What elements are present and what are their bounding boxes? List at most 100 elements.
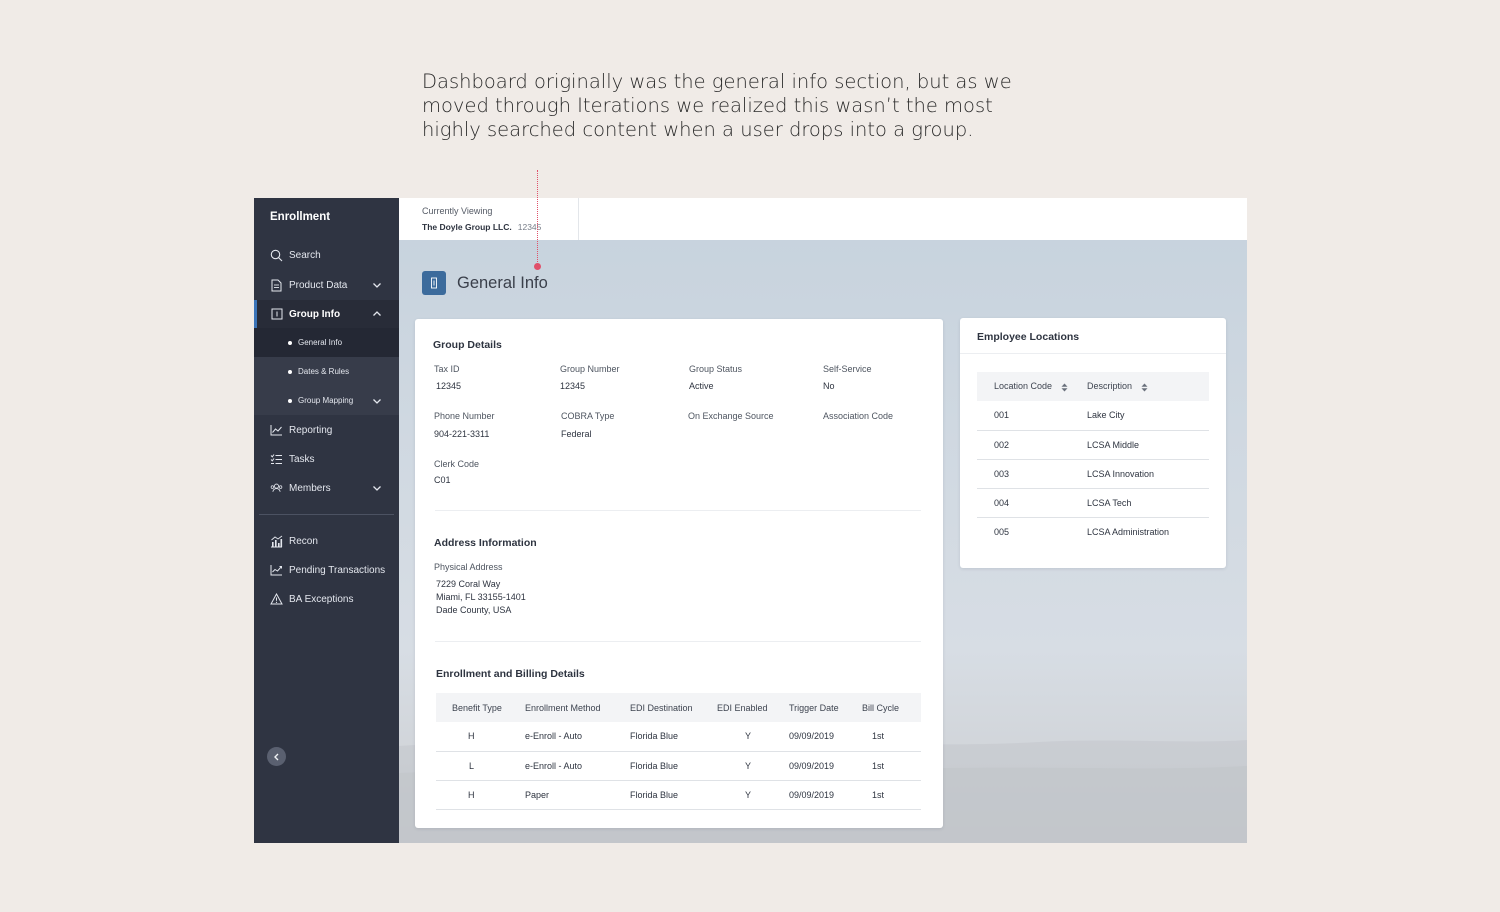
address-title: Address Information: [434, 537, 537, 549]
card-header: Employee Locations: [960, 318, 1226, 354]
employee-locations-title: Employee Locations: [977, 331, 1080, 343]
table-row[interactable]: 001 Lake City: [977, 401, 1209, 431]
table-cell: Florida Blue: [630, 751, 717, 781]
billing-table: Benefit Type Enrollment Method EDI Desti…: [436, 693, 921, 810]
bullet-icon: [288, 398, 292, 403]
chevron-down-icon: [371, 482, 383, 494]
field-label: Self-Service: [823, 364, 872, 374]
info-icon: [422, 271, 446, 295]
table-cell: L: [436, 751, 525, 781]
annotation-line: moved through Iterations we realized thi…: [422, 94, 993, 117]
members-icon: [270, 482, 283, 495]
table-cell: 003: [977, 459, 1087, 489]
sidebar-item-label: Recon: [289, 535, 318, 547]
field-value: No: [823, 381, 835, 391]
table-row[interactable]: 005 LCSA Administration: [977, 517, 1209, 546]
table-cell: 1st: [862, 751, 921, 781]
address-line: Dade County, USA: [436, 605, 512, 615]
sidebar-item-label: Pending Transactions: [289, 564, 386, 576]
table-header-row: Benefit Type Enrollment Method EDI Desti…: [436, 693, 921, 722]
column-header-description[interactable]: Description: [1087, 372, 1209, 401]
sidebar-item-label: Tasks: [289, 453, 315, 465]
warning-icon: [270, 593, 283, 606]
column-header[interactable]: Enrollment Method: [525, 693, 630, 722]
chevron-down-icon: [371, 395, 383, 407]
sidebar-item-label: Members: [289, 482, 331, 494]
sidebar-subitem-group-mapping[interactable]: Group Mapping: [254, 386, 399, 415]
field-label: Group Status: [689, 364, 743, 374]
table-cell: 09/09/2019: [789, 722, 862, 752]
column-header[interactable]: EDI Enabled: [717, 693, 789, 722]
table-row[interactable]: H Paper Florida Blue Y 09/09/2019 1st: [436, 780, 921, 810]
chevron-left-icon: [273, 753, 278, 760]
table-cell: LCSA Tech: [1087, 488, 1209, 518]
document-icon: [270, 279, 283, 292]
table-cell: 1st: [862, 722, 921, 752]
table-cell: Paper: [525, 780, 630, 810]
sidebar-item-recon[interactable]: Recon: [254, 527, 399, 555]
sidebar-item-ba-exceptions[interactable]: BA Exceptions: [254, 585, 399, 613]
sidebar-item-search[interactable]: Search: [254, 241, 399, 269]
bullet-icon: [288, 369, 292, 374]
table-row[interactable]: L e-Enroll - Auto Florida Blue Y 09/09/2…: [436, 751, 921, 781]
sidebar-item-tasks[interactable]: Tasks: [254, 445, 399, 473]
sidebar-item-product-data[interactable]: Product Data: [254, 271, 399, 299]
table-cell: Florida Blue: [630, 722, 717, 752]
sidebar-subitem-general-info[interactable]: General Info: [254, 328, 399, 357]
table-cell: 004: [977, 488, 1087, 518]
field-label: Tax ID: [434, 364, 460, 374]
table-row[interactable]: 002 LCSA Middle: [977, 430, 1209, 460]
field-value: Federal: [561, 429, 592, 439]
sidebar: Enrollment Search Product Data Group Inf…: [254, 198, 399, 843]
billing-title: Enrollment and Billing Details: [436, 668, 585, 680]
address-line: 7229 Coral Way: [436, 579, 501, 589]
table-row[interactable]: H e-Enroll - Auto Florida Blue Y 09/09/2…: [436, 722, 921, 752]
table-cell: 001: [977, 401, 1087, 431]
currently-viewing[interactable]: Currently Viewing The Doyle Group LLC. 12…: [399, 198, 579, 240]
field-label: COBRA Type: [561, 411, 615, 421]
column-header[interactable]: Benefit Type: [436, 693, 525, 722]
sidebar-item-pending-transactions[interactable]: Pending Transactions: [254, 556, 399, 584]
bullet-icon: [288, 340, 292, 345]
checklist-icon: [270, 453, 283, 466]
sort-icon[interactable]: [1061, 383, 1068, 392]
table-cell: Y: [717, 751, 789, 781]
column-header-label: Location Code: [994, 381, 1053, 392]
sidebar-subitem-label: Group Mapping: [298, 396, 354, 405]
page-header: General Info: [422, 271, 548, 295]
annotation-pointer-dot: [534, 263, 541, 270]
column-header[interactable]: EDI Destination: [630, 693, 717, 722]
table-row[interactable]: 003 LCSA Innovation: [977, 459, 1209, 489]
sidebar-divider: [259, 514, 394, 515]
table-row[interactable]: 004 LCSA Tech: [977, 488, 1209, 518]
field-label: Phone Number: [434, 411, 495, 421]
sidebar-item-label: Product Data: [289, 279, 348, 291]
app-window: Enrollment Search Product Data Group Inf…: [254, 198, 1247, 843]
table-cell: H: [436, 722, 525, 752]
main-content: Currently Viewing The Doyle Group LLC. 12…: [399, 198, 1247, 843]
column-header[interactable]: Trigger Date: [789, 693, 862, 722]
field-value: 12345: [436, 381, 462, 391]
sidebar-item-label: Group Info: [289, 308, 341, 320]
physical-address-label: Physical Address: [434, 562, 503, 572]
topbar: Currently Viewing The Doyle Group LLC. 12…: [399, 198, 1247, 240]
sidebar-item-members[interactable]: Members: [254, 474, 399, 502]
field-label: Group Number: [560, 364, 620, 374]
trend-icon: [270, 564, 283, 577]
employee-locations-card: Employee Locations Location Code Descrip…: [960, 318, 1226, 568]
table-cell: Lake City: [1087, 401, 1209, 431]
sidebar-item-group-info[interactable]: Group Info: [254, 300, 399, 328]
table-cell: 002: [977, 430, 1087, 460]
chevron-up-icon: [371, 308, 383, 320]
column-header-location-code[interactable]: Location Code: [977, 372, 1087, 401]
sort-icon[interactable]: [1141, 383, 1148, 392]
sidebar-item-reporting[interactable]: Reporting: [254, 416, 399, 444]
annotation-text: Dashboard originally was the general inf…: [422, 70, 1042, 142]
field-label: On Exchange Source: [688, 411, 774, 421]
column-header[interactable]: Bill Cycle: [862, 693, 921, 722]
table-cell: Florida Blue: [630, 780, 717, 810]
collapse-sidebar-button[interactable]: [267, 747, 286, 766]
sidebar-subitem-dates-rules[interactable]: Dates & Rules: [254, 357, 399, 386]
field-label: Clerk Code: [434, 459, 480, 469]
sidebar-subitem-label: Dates & Rules: [298, 367, 350, 376]
